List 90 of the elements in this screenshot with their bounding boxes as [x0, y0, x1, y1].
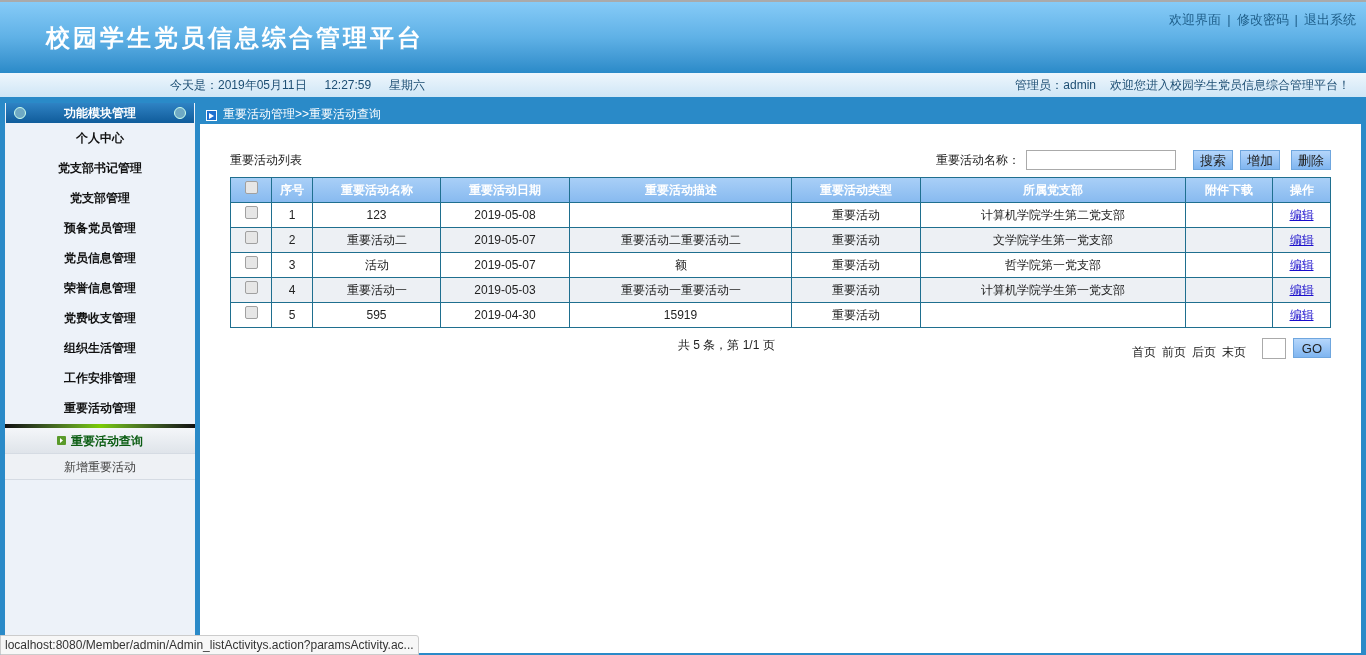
header-link[interactable]: 退出系统 [1304, 10, 1356, 30]
sidebar-item[interactable]: 党支部管理 [5, 183, 195, 213]
breadcrumb: 重要活动管理>>重要活动查询 [223, 105, 381, 123]
table-cell: 重要活动 [791, 202, 921, 228]
table-cell: 额 [569, 252, 792, 278]
orb-icon [14, 107, 26, 119]
welcome-text: 欢迎您进入校园学生党员信息综合管理平台！ [1110, 77, 1350, 94]
checkbox[interactable] [244, 231, 258, 244]
column-header: 序号 [271, 177, 313, 203]
header-link[interactable]: 修改密码 [1236, 10, 1289, 30]
sidebar-item[interactable]: 个人中心 [5, 123, 195, 153]
status-url-tooltip: localhost:8080/Member/admin/Admin_listActivitys.action?paramsActivity.ac... [0, 635, 419, 655]
edit-link[interactable]: 编辑 [1289, 308, 1314, 322]
table-cell: 重要活动 [791, 302, 921, 328]
edit-link[interactable]: 编辑 [1289, 208, 1314, 222]
column-header: 重要活动名称 [312, 177, 441, 203]
go-button[interactable]: GO [1292, 338, 1331, 358]
table-cell: 3 [271, 252, 313, 278]
table-cell: 重要活动一重要活动一 [569, 277, 792, 303]
sidebar-item[interactable]: 工作安排管理 [5, 363, 195, 393]
table-cell: 4 [271, 277, 313, 303]
table-cell: 重要活动 [791, 277, 921, 303]
checkbox[interactable] [244, 256, 258, 269]
table-cell: 2019-05-07 [440, 227, 570, 253]
pager-link[interactable]: 末页 [1221, 343, 1246, 361]
sidebar-item[interactable]: 重要活动管理 [5, 393, 195, 423]
arrow-icon [206, 110, 217, 121]
action-button[interactable]: 删除 [1291, 150, 1331, 170]
table-cell: 哲学院第一党支部 [920, 252, 1186, 278]
edit-link[interactable]: 编辑 [1289, 258, 1314, 272]
checkbox[interactable] [244, 181, 258, 194]
separator: | [1227, 11, 1231, 29]
date-text: 今天是：2019年05月11日 [170, 77, 307, 94]
table-cell: 活动 [312, 252, 441, 278]
table-cell: 2019-05-03 [440, 277, 570, 303]
pager-link[interactable]: 前页 [1161, 343, 1186, 361]
edit-link[interactable]: 编辑 [1289, 283, 1314, 297]
table-cell: 2019-04-30 [440, 302, 570, 328]
column-header: 附件下载 [1185, 177, 1273, 203]
submenu-item[interactable]: 重要活动查询 [5, 428, 195, 454]
table-cell: 2019-05-08 [440, 202, 570, 228]
arrow-icon [57, 436, 66, 445]
table-cell: 计算机学院学生第二党支部 [920, 202, 1186, 228]
list-title: 重要活动列表 [230, 152, 302, 169]
column-header: 重要活动类型 [791, 177, 921, 203]
checkbox[interactable] [244, 306, 258, 319]
sidebar-item[interactable]: 组织生活管理 [5, 333, 195, 363]
checkbox[interactable] [244, 206, 258, 219]
action-button[interactable]: 增加 [1240, 150, 1280, 170]
separator: | [1294, 11, 1298, 29]
sidebar-item[interactable]: 荣誉信息管理 [5, 273, 195, 303]
submenu-item[interactable]: 新增重要活动 [5, 454, 195, 480]
table-cell: 123 [312, 202, 441, 228]
table-cell: 1 [271, 202, 313, 228]
page-field[interactable] [1261, 337, 1286, 359]
pager-link[interactable]: 首页 [1131, 343, 1156, 361]
date-text: 12:27:59 [324, 77, 372, 94]
table-cell: 重要活动 [791, 252, 921, 278]
site-title: 校园学生党员信息综合管理平台 [46, 22, 424, 54]
action-button[interactable]: 搜索 [1193, 150, 1233, 170]
sidebar-title-text: 功能模块管理 [64, 105, 136, 122]
table-cell: 595 [312, 302, 441, 328]
table-cell: 文学院学生第一党支部 [920, 227, 1186, 253]
sidebar-item[interactable]: 党费收支管理 [5, 303, 195, 333]
column-header: 所属党支部 [920, 177, 1186, 203]
table-cell: 5 [271, 302, 313, 328]
welcome-text: 管理员：admin [1015, 77, 1096, 94]
table-cell: 重要活动二重要活动二 [569, 227, 792, 253]
column-header: 操作 [1272, 177, 1331, 203]
date-text: 星期六 [389, 77, 426, 94]
sidebar-item[interactable]: 预备党员管理 [5, 213, 195, 243]
table-cell: 重要活动二 [312, 227, 441, 253]
table-cell: 重要活动 [791, 227, 921, 253]
edit-link[interactable]: 编辑 [1289, 233, 1314, 247]
orb-icon [174, 107, 186, 119]
sidebar-item[interactable]: 党员信息管理 [5, 243, 195, 273]
pager-link[interactable]: 后页 [1191, 343, 1216, 361]
page-summary: 共 5 条，第 1/1 页 [678, 337, 775, 354]
sidebar-item[interactable]: 党支部书记管理 [5, 153, 195, 183]
table-cell: 计算机学院学生第一党支部 [920, 277, 1186, 303]
table-cell: 15919 [569, 302, 792, 328]
table-cell: 重要活动一 [312, 277, 441, 303]
header-link[interactable]: 欢迎界面 [1169, 10, 1222, 30]
column-header: 重要活动日期 [440, 177, 570, 203]
column-header: 重要活动描述 [569, 177, 792, 203]
table-cell: 2 [271, 227, 313, 253]
search-field[interactable] [1026, 150, 1176, 170]
checkbox[interactable] [244, 281, 258, 294]
search-label: 重要活动名称： [936, 152, 1020, 169]
table-cell: 2019-05-07 [440, 252, 570, 278]
